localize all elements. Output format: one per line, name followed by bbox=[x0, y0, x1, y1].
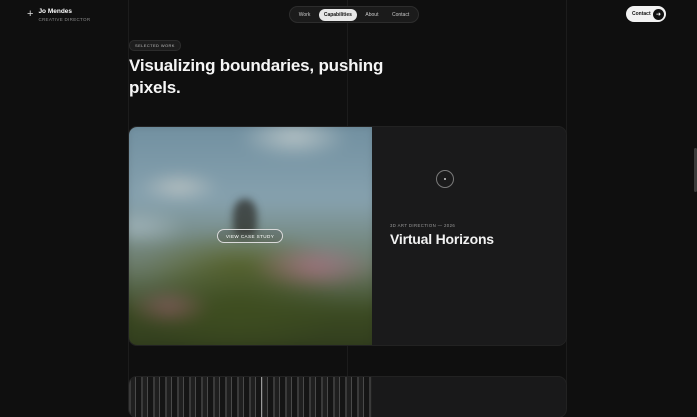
main-nav: Work Capabilities About Contact bbox=[289, 6, 419, 23]
brand[interactable]: + Jo Mendes CREATIVE DIRECTOR bbox=[27, 8, 90, 22]
nav-item-work[interactable]: Work bbox=[294, 9, 316, 21]
section-tag: SELECTED WORK bbox=[129, 40, 181, 51]
grid-guide-line bbox=[566, 0, 567, 392]
brand-name: Jo Mendes bbox=[38, 8, 73, 15]
next-project-image[interactable] bbox=[129, 377, 372, 417]
next-project-card[interactable] bbox=[129, 377, 566, 417]
contact-button[interactable]: Contact ➜ bbox=[626, 6, 666, 22]
view-case-study-button[interactable]: VIEW CASE STUDY bbox=[217, 229, 283, 243]
project-meta: 3D ART DIRECTION — 2026 bbox=[390, 223, 456, 228]
nav-item-capabilities[interactable]: Capabilities bbox=[318, 8, 357, 21]
project-card[interactable]: VIEW CASE STUDY 3D ART DIRECTION — 2026 … bbox=[129, 127, 566, 345]
plus-icon: + bbox=[27, 8, 34, 20]
section-headline: Visualizing boundaries, pushing pixels. bbox=[129, 56, 384, 97]
nav-item-contact[interactable]: Contact bbox=[387, 9, 414, 21]
contact-button-label: Contact bbox=[632, 11, 651, 17]
arrow-right-icon: ➜ bbox=[653, 8, 664, 20]
project-info: 3D ART DIRECTION — 2026 Virtual Horizons bbox=[372, 127, 566, 345]
brand-role: CREATIVE DIRECTOR bbox=[38, 17, 91, 22]
orb-dot bbox=[444, 178, 446, 180]
project-image[interactable]: VIEW CASE STUDY bbox=[129, 127, 372, 345]
nav-item-about[interactable]: About bbox=[360, 9, 383, 21]
project-title: Virtual Horizons bbox=[390, 231, 494, 247]
orb-icon bbox=[436, 170, 454, 188]
